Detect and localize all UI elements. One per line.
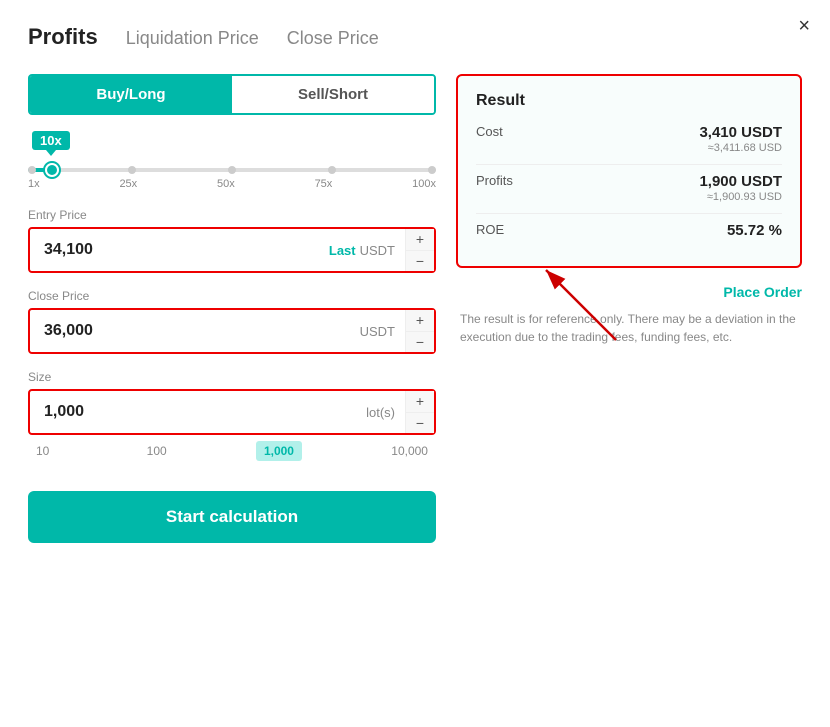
entry-price-stepper: + − [405, 229, 434, 271]
leverage-label-100x: 100x [412, 178, 436, 190]
result-val-profits: 1,900 USDT ≈1,900.93 USD [699, 173, 782, 203]
modal-container: × Profits Liquidation Price Close Price … [0, 0, 830, 727]
size-unit-label: lot(s) [366, 405, 395, 420]
close-price-field: USDT + − [28, 308, 436, 354]
close-button[interactable]: × [798, 16, 810, 36]
result-row-roe: ROE 55.72 % [476, 222, 782, 240]
tab-liquidation-price[interactable]: Liquidation Price [126, 28, 259, 51]
close-price-minus[interactable]: − [406, 332, 434, 353]
result-sub-cost: ≈3,411.68 USD [699, 142, 782, 154]
buy-sell-toggle: Buy/Long Sell/Short [28, 74, 436, 115]
leverage-thumb[interactable] [45, 163, 59, 177]
result-divider-2 [476, 213, 782, 214]
leverage-label-50x: 50x [217, 178, 235, 190]
result-box: Result Cost 3,410 USDT ≈3,411.68 USD Pro… [456, 74, 802, 268]
size-plus[interactable]: + [406, 391, 434, 413]
result-row-profits: Profits 1,900 USDT ≈1,900.93 USD [476, 173, 782, 203]
slider-dot [28, 166, 36, 174]
left-panel: Buy/Long Sell/Short 10x [28, 74, 436, 543]
result-key-cost: Cost [476, 124, 503, 139]
result-sub-profits: ≈1,900.93 USD [699, 191, 782, 203]
entry-price-unit: Last USDT [319, 229, 405, 271]
slider-dots [28, 166, 436, 174]
close-price-usdt: USDT [360, 324, 395, 339]
result-val-roe: 55.72 % [727, 222, 782, 240]
entry-price-minus[interactable]: − [406, 251, 434, 272]
entry-price-field: Last USDT + − [28, 227, 436, 273]
entry-price-input[interactable] [30, 229, 319, 271]
tab-bar: Profits Liquidation Price Close Price [28, 24, 802, 52]
slider-dot [228, 166, 236, 174]
close-price-input[interactable] [30, 310, 350, 352]
result-key-profits: Profits [476, 173, 513, 188]
leverage-slider-track [28, 168, 436, 172]
slider-dot [328, 166, 336, 174]
close-price-label: Close Price [28, 289, 436, 303]
start-calculation-button[interactable]: Start calculation [28, 491, 436, 543]
size-minus[interactable]: − [406, 413, 434, 434]
size-opt-1000[interactable]: 1,000 [256, 441, 302, 461]
close-price-unit: USDT [350, 310, 405, 352]
size-label: Size [28, 370, 436, 384]
result-row-cost: Cost 3,410 USDT ≈3,411.68 USD [476, 124, 782, 154]
result-main-cost: 3,410 USDT [699, 124, 782, 141]
result-val-cost: 3,410 USDT ≈3,411.68 USD [699, 124, 782, 154]
entry-price-usdt: USDT [360, 243, 395, 258]
size-stepper: + − [405, 391, 434, 433]
leverage-label-25x: 25x [119, 178, 137, 190]
leverage-label-75x: 75x [315, 178, 333, 190]
close-price-plus[interactable]: + [406, 310, 434, 332]
result-divider-1 [476, 164, 782, 165]
buy-long-button[interactable]: Buy/Long [30, 76, 232, 113]
leverage-badge: 10x [32, 131, 70, 150]
right-panel: Result Cost 3,410 USDT ≈3,411.68 USD Pro… [456, 74, 802, 543]
size-unit: lot(s) [356, 391, 405, 433]
size-input[interactable] [30, 391, 356, 433]
tab-close-price[interactable]: Close Price [287, 28, 379, 51]
result-main-profits: 1,900 USDT [699, 173, 782, 190]
last-label[interactable]: Last [329, 243, 356, 258]
size-options: 10 100 1,000 10,000 [28, 441, 436, 461]
result-key-roe: ROE [476, 222, 504, 237]
size-field: lot(s) + − [28, 389, 436, 435]
size-opt-10[interactable]: 10 [28, 441, 57, 461]
entry-price-label: Entry Price [28, 208, 436, 222]
slider-dot [428, 166, 436, 174]
leverage-label-1x: 1x [28, 178, 40, 190]
size-opt-100[interactable]: 100 [139, 441, 175, 461]
result-main-roe: 55.72 % [727, 222, 782, 239]
main-layout: Buy/Long Sell/Short 10x [28, 74, 802, 543]
tab-profits[interactable]: Profits [28, 24, 98, 52]
leverage-section: 10x 1x 25x 50x [28, 131, 436, 190]
result-title: Result [476, 92, 782, 110]
leverage-labels: 1x 25x 50x 75x 100x [28, 178, 436, 190]
slider-dot [128, 166, 136, 174]
entry-price-plus[interactable]: + [406, 229, 434, 251]
red-arrow-svg [536, 260, 656, 340]
size-opt-10000[interactable]: 10,000 [383, 441, 436, 461]
sell-short-button[interactable]: Sell/Short [232, 76, 434, 113]
close-price-stepper: + − [405, 310, 434, 352]
